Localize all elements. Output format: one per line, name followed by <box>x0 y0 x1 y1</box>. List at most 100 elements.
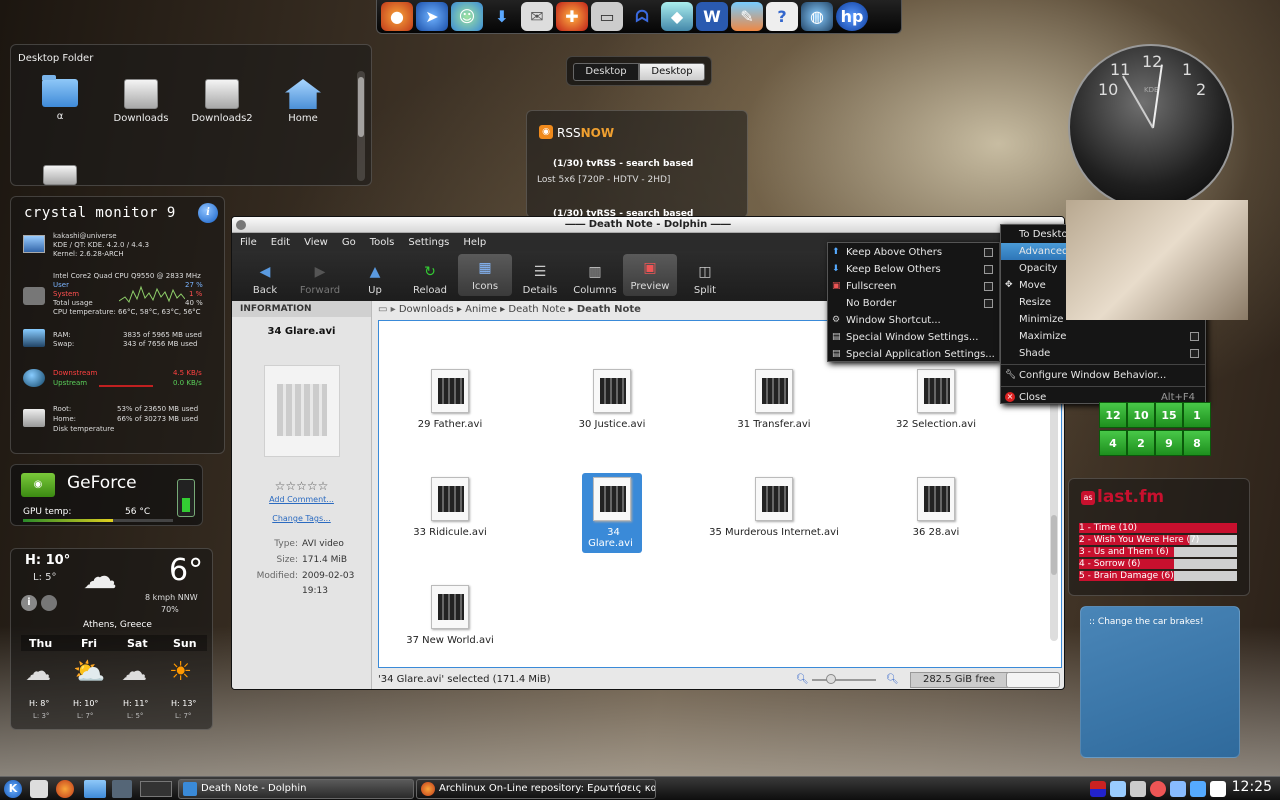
reload-button[interactable]: ↻ Reload <box>403 264 457 296</box>
keep-above-menu-item[interactable]: ⬆ Keep Above Others <box>828 244 999 261</box>
zoom-slider[interactable] <box>812 679 876 681</box>
note-widget[interactable]: :: Change the car brakes! <box>1080 606 1240 758</box>
rss-item[interactable]: Lost 5x6 [720P - HDTV - 2HD] <box>537 175 670 185</box>
window-menu-icon[interactable] <box>236 220 246 230</box>
paint-icon[interactable]: ✎ <box>731 2 763 31</box>
keyboard-layout-icon[interactable] <box>1090 781 1106 797</box>
folder-item[interactable]: α <box>25 75 95 122</box>
pacman-icon[interactable]: ᗣ <box>626 2 658 31</box>
special-application-settings-menu-item[interactable]: ▤ Special Application Settings... <box>828 346 999 363</box>
forward-button[interactable]: ▶ Forward <box>293 264 347 296</box>
mail-icon[interactable]: ✉ <box>521 2 553 31</box>
zoom-out-icon[interactable]: 🔍︎ <box>796 670 809 689</box>
word-icon[interactable]: W <box>696 2 728 31</box>
rating-stars[interactable]: ☆☆☆☆☆ <box>232 479 371 493</box>
info-icon[interactable]: i <box>198 203 218 223</box>
grid-cell[interactable]: 4 <box>1099 430 1127 456</box>
breadcrumb-current[interactable]: Death Note <box>577 304 641 315</box>
grid-cell[interactable]: 15 <box>1155 402 1183 428</box>
breadcrumb-item[interactable]: Anime <box>465 304 497 315</box>
menu-edit[interactable]: Edit <box>267 237 290 248</box>
window-titlebar[interactable]: ―― Death Note - Dolphin ―― <box>232 217 1064 233</box>
globe-icon[interactable] <box>41 595 57 611</box>
file-item-selected[interactable]: 34 Glare.avi <box>547 473 677 553</box>
note-text[interactable]: :: Change the car brakes! <box>1089 617 1204 627</box>
file-item[interactable]: 32 Selection.avi <box>871 369 1001 430</box>
settings-icon[interactable] <box>1130 781 1146 797</box>
breadcrumb-item[interactable]: Downloads <box>399 304 454 315</box>
network-icon[interactable] <box>1110 781 1126 797</box>
grid-cell[interactable]: 2 <box>1127 430 1155 456</box>
maximize-menu-item[interactable]: Maximize <box>1001 328 1205 345</box>
grid-cell[interactable]: 1 <box>1183 402 1211 428</box>
lastfm-track[interactable]: 4 - Sorrow (6) <box>1079 559 1237 569</box>
status-field[interactable] <box>1006 672 1060 688</box>
preview-button[interactable]: ▣ Preview <box>623 254 677 296</box>
split-button[interactable]: ◫ Split <box>678 264 732 296</box>
keep-below-menu-item[interactable]: ⬇ Keep Below Others <box>828 261 999 278</box>
task-firefox[interactable]: Archlinux On-Line repository: Ερωτήσεις … <box>416 779 656 799</box>
file-item[interactable]: 29 Father.avi <box>385 369 515 430</box>
folder-icon[interactable] <box>84 780 106 798</box>
info-icon[interactable]: i <box>21 595 37 611</box>
task-dolphin[interactable]: Death Note - Dolphin <box>178 779 414 799</box>
firefox-icon[interactable]: ● <box>381 2 413 31</box>
file-item[interactable]: 30 Justice.avi <box>547 369 677 430</box>
icons-view-button[interactable]: ▦ Icons <box>458 254 512 296</box>
grid-cell[interactable]: 8 <box>1183 430 1211 456</box>
no-border-menu-item[interactable]: No Border <box>828 295 999 312</box>
pager-icon[interactable] <box>140 781 172 797</box>
file-item[interactable]: 31 Transfer.avi <box>709 369 839 430</box>
download-icon[interactable]: ⬇ <box>486 2 518 31</box>
menu-help[interactable]: Help <box>459 237 486 248</box>
file-item[interactable]: 36 28.avi <box>871 477 1001 538</box>
fullscreen-menu-item[interactable]: ▣ Fullscreen <box>828 278 999 295</box>
checkbox[interactable] <box>1190 332 1199 341</box>
folder-item[interactable]: Downloads2 <box>187 79 257 124</box>
checkbox[interactable] <box>984 265 993 274</box>
menu-tools[interactable]: Tools <box>366 237 395 248</box>
kde-menu-icon[interactable]: K <box>4 780 22 798</box>
grid-cell[interactable]: 12 <box>1099 402 1127 428</box>
zoom-in-icon[interactable]: 🔍︎ <box>886 670 899 689</box>
activity-tab[interactable]: Desktop <box>573 63 639 81</box>
lastfm-track[interactable]: 1 - Time (10) <box>1079 523 1237 533</box>
file-icon-view[interactable]: 29 Father.avi 30 Justice.avi 31 Transfer… <box>378 320 1062 668</box>
rescue-icon[interactable]: ✚ <box>556 2 588 31</box>
special-window-settings-menu-item[interactable]: ▤ Special Window Settings... <box>828 329 999 346</box>
columns-view-button[interactable]: ▥ Columns <box>568 264 622 296</box>
messenger-icon[interactable]: ☺ <box>451 2 483 31</box>
file-item[interactable]: 35 Murderous Internet.avi <box>709 477 839 538</box>
firefox-icon[interactable] <box>56 780 74 798</box>
lastfm-track[interactable]: 5 - Brain Damage (6) <box>1079 571 1237 581</box>
clipboard-icon[interactable] <box>1210 781 1226 797</box>
download-tray-icon[interactable] <box>1190 781 1206 797</box>
window-shortcut-menu-item[interactable]: ⚙ Window Shortcut... <box>828 312 999 329</box>
file-item[interactable]: 37 New World.avi <box>385 585 515 646</box>
back-button[interactable]: ◀ Back <box>238 264 292 296</box>
help-icon[interactable]: ? <box>766 2 798 31</box>
grid-cell[interactable]: 10 <box>1127 402 1155 428</box>
desktop-icon[interactable] <box>112 780 132 798</box>
add-comment-link[interactable]: Add Comment... <box>232 495 371 504</box>
lastfm-track[interactable]: 3 - Us and Them (6) <box>1079 547 1237 557</box>
stop-icon[interactable] <box>1150 781 1166 797</box>
computer-icon[interactable] <box>30 780 48 798</box>
folder-item[interactable]: Downloads <box>106 79 176 124</box>
folder-item[interactable] <box>25 165 95 189</box>
checkbox[interactable] <box>984 248 993 257</box>
change-tags-link[interactable]: Change Tags... <box>232 514 371 523</box>
clock-tray-icon[interactable] <box>1170 781 1186 797</box>
grid-cell[interactable]: 9 <box>1155 430 1183 456</box>
file-item[interactable]: 33 Ridicule.avi <box>385 477 515 538</box>
zoom-slider-handle[interactable] <box>826 674 836 684</box>
cube-icon[interactable]: ◆ <box>661 2 693 31</box>
checkbox[interactable] <box>984 299 993 308</box>
folder-scrollbar[interactable] <box>357 71 365 181</box>
checkbox[interactable] <box>984 282 993 291</box>
taskbar-clock[interactable]: 12:25 <box>1232 779 1272 795</box>
activity-tab-active[interactable]: Desktop <box>639 63 705 81</box>
globe-icon[interactable]: ◍ <box>801 2 833 31</box>
menu-file[interactable]: File <box>236 237 257 248</box>
hp-icon[interactable]: hp <box>836 2 868 31</box>
